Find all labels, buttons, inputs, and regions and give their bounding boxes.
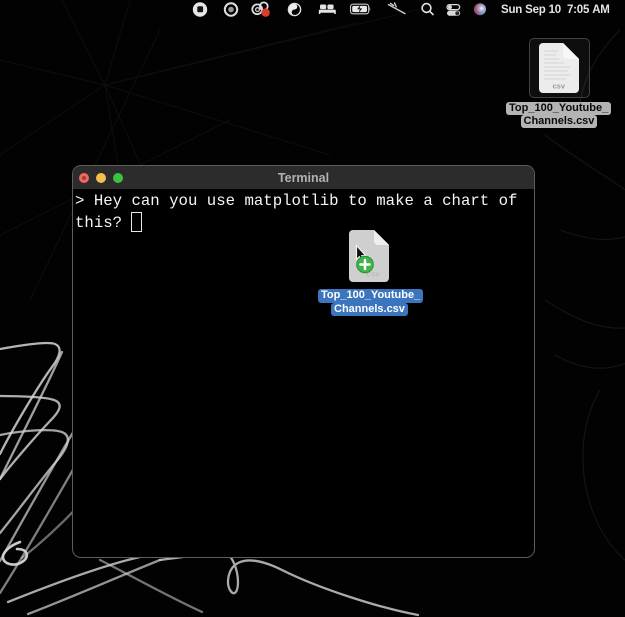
svg-text:csv: csv: [553, 82, 566, 91]
